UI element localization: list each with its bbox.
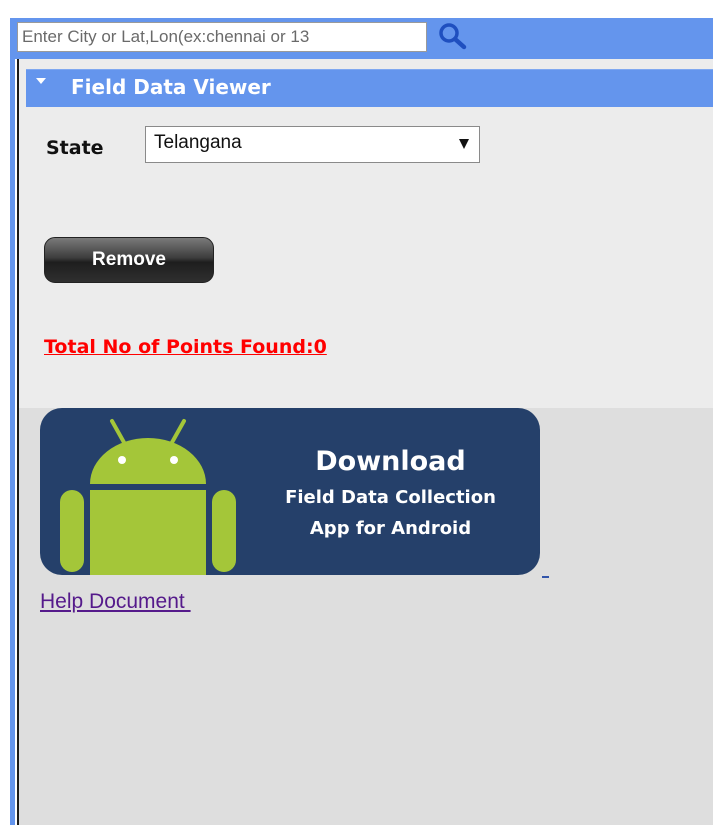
- search-input[interactable]: [17, 22, 427, 52]
- state-select-value: Telangana: [154, 132, 242, 153]
- panel-title: Field Data Viewer: [71, 75, 271, 99]
- points-found-link[interactable]: Total No of Points Found:0: [44, 336, 327, 358]
- left-border: [10, 18, 15, 825]
- dropdown-arrow-icon: [459, 139, 469, 149]
- download-android-app-banner[interactable]: Download Field Data Collection App for A…: [40, 408, 540, 575]
- collapse-arrow-icon[interactable]: [36, 78, 46, 84]
- state-label: State: [46, 137, 104, 159]
- panel-header[interactable]: Field Data Viewer: [26, 69, 713, 107]
- banner-subtitle-line2: App for Android: [309, 518, 472, 539]
- banner-text: Download Field Data Collection App for A…: [258, 442, 523, 544]
- help-document-link[interactable]: Help Document: [40, 590, 191, 614]
- state-select[interactable]: Telangana: [145, 126, 480, 163]
- banner-link-underline: [542, 576, 549, 578]
- banner-subtitle-line1: Field Data Collection: [285, 487, 496, 508]
- banner-title: Download: [315, 446, 466, 477]
- search-icon[interactable]: [434, 19, 474, 55]
- remove-button[interactable]: Remove: [44, 237, 214, 283]
- field-data-panel: Field Data Viewer State Telangana Remove…: [17, 59, 713, 825]
